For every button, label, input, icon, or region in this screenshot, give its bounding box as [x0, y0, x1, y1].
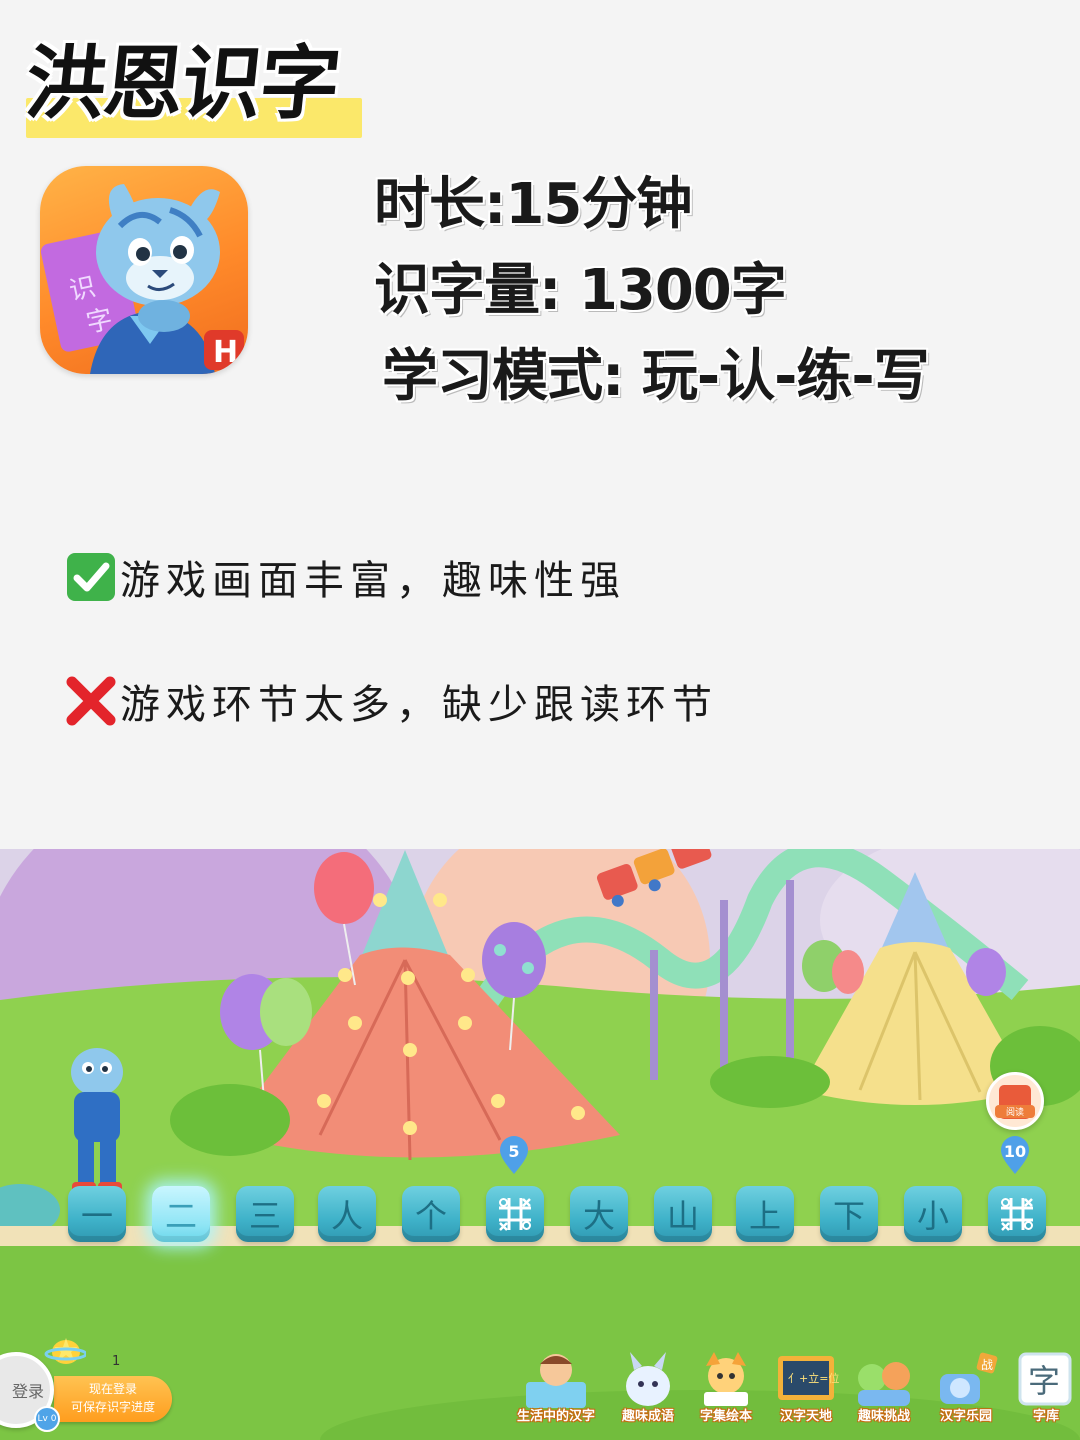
page-title: 洪恩识字: [21, 37, 343, 130]
tile-char: 二: [164, 1197, 197, 1235]
dock-idiom[interactable]: 趣味成语: [608, 1346, 688, 1426]
character-tile[interactable]: 下: [820, 1186, 878, 1242]
marker-number: 5: [508, 1142, 520, 1161]
svg-text:亻+立=位: 亻+立=位: [788, 1371, 839, 1385]
game-level-tile[interactable]: [988, 1186, 1046, 1242]
game-overlay: 一 二 三 人 个 大 山 上 下 小 5 10 阅读 1 现在登录 可保存识字…: [0, 849, 1080, 1440]
dock-picture-book[interactable]: 字集绘本: [686, 1346, 766, 1426]
learning-mode-stat: 学习模式: 玩-认-练-写: [382, 344, 930, 409]
tic-tac-toe-icon: [1001, 1198, 1033, 1231]
tile-char: 小: [916, 1197, 949, 1235]
svg-text:战: 战: [981, 1358, 993, 1372]
tile-char: 一: [80, 1197, 113, 1235]
pro-text: 游戏画面丰富，趣味性强: [120, 558, 626, 604]
stats-block: 时长:15分钟 识字量: 1300字 学习模式: 玩-认-练-写: [374, 162, 930, 420]
character-tile[interactable]: 一: [68, 1186, 126, 1242]
marker-number: 10: [1003, 1142, 1027, 1161]
dock-label: 生活中的汉字: [516, 1409, 595, 1424]
dock-label: 趣味挑战: [857, 1409, 910, 1424]
dock-label: 汉字天地: [779, 1409, 832, 1424]
tile-char: 个: [414, 1197, 447, 1235]
login-line1: 现在登录: [88, 1382, 137, 1396]
tile-char: 大: [582, 1197, 615, 1235]
reading-button[interactable]: 阅读: [986, 1072, 1044, 1130]
dock-label: 汉字乐园: [939, 1409, 992, 1424]
dock-word-bank[interactable]: 字 字库: [1006, 1346, 1080, 1426]
tile-char: 三: [248, 1197, 281, 1235]
tic-tac-toe-icon: [499, 1198, 531, 1231]
login-banner[interactable]: 现在登录 可保存识字进度: [54, 1376, 172, 1422]
level-marker-pin: 5: [498, 1136, 530, 1176]
character-tile[interactable]: 上: [736, 1186, 794, 1242]
character-tile[interactable]: 个: [402, 1186, 460, 1242]
game-level-tile[interactable]: [486, 1186, 544, 1242]
character-tile[interactable]: 人: [318, 1186, 376, 1242]
tile-char: 山: [666, 1197, 699, 1235]
dock-hanzi-world[interactable]: 亻+立=位 汉字天地: [766, 1346, 846, 1426]
word-count-stat: 识字量: 1300字: [374, 258, 787, 323]
character-tile[interactable]: 山: [654, 1186, 712, 1242]
dock-life-hanzi[interactable]: 生活中的汉字: [516, 1346, 596, 1426]
dock-challenge[interactable]: 趣味挑战: [844, 1346, 924, 1426]
app-icon: 识 字 H: [40, 166, 248, 374]
duration-stat: 时长:15分钟: [374, 172, 692, 237]
character-tile[interactable]: 三: [236, 1186, 294, 1242]
character-tile[interactable]: 大: [570, 1186, 628, 1242]
tile-char: 人: [330, 1197, 363, 1235]
svg-text:字: 字: [1028, 1362, 1060, 1400]
character-tile[interactable]: 小: [904, 1186, 962, 1242]
title-block: 洪恩识字: [21, 36, 362, 138]
tile-char: 下: [832, 1197, 865, 1235]
check-mark-icon: [67, 553, 115, 601]
tile-char: 上: [748, 1197, 781, 1235]
con-review: 游戏环节太多，缺少跟读环节: [64, 672, 718, 730]
star-count: 1: [112, 1354, 121, 1369]
cross-mark-icon: [66, 676, 116, 726]
svg-text:H: H: [213, 335, 238, 370]
login-line2: 可保存识字进度: [70, 1400, 155, 1414]
character-tile-active[interactable]: 二: [152, 1186, 210, 1242]
level-badge: Lv 0: [34, 1406, 60, 1432]
level-marker-pin: 10: [999, 1136, 1031, 1176]
star-planet-icon: [44, 1338, 86, 1364]
dock-label: 字集绘本: [699, 1409, 752, 1424]
pro-review: 游戏画面丰富，趣味性强: [64, 548, 626, 606]
dock-hanzi-park[interactable]: 战 汉字乐园: [926, 1346, 1006, 1426]
reading-label: 阅读: [995, 1105, 1035, 1118]
dock-label: 字库: [1032, 1409, 1059, 1424]
con-text: 游戏环节太多，缺少跟读环节: [120, 682, 718, 728]
login-avatar-text: 登录: [11, 1382, 44, 1401]
game-screenshot: 一 二 三 人 个 大 山 上 下 小 5 10 阅读 1 现在登录 可保存识字…: [0, 849, 1080, 1440]
tiger-mascot-icon: 识 字 H: [40, 184, 244, 374]
dock-label: 趣味成语: [621, 1409, 674, 1424]
